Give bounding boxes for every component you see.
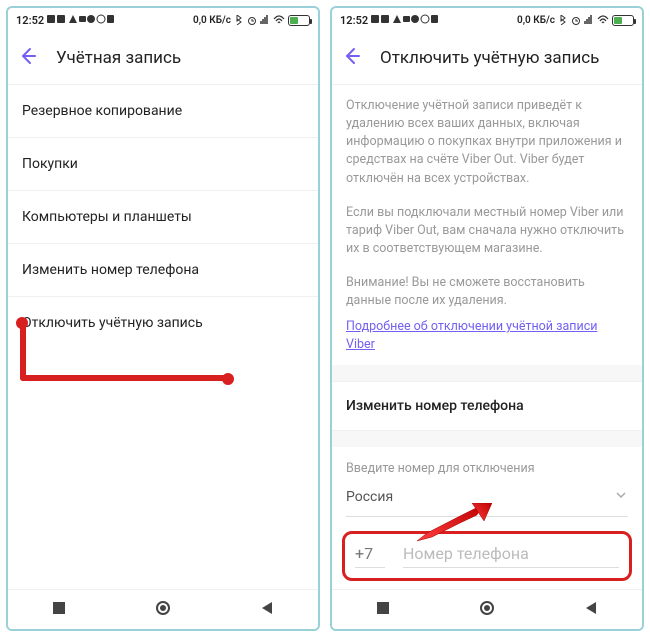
back-icon[interactable]	[18, 46, 38, 70]
list-item-change-number[interactable]: Изменить номер телефона	[8, 244, 318, 297]
list-item-purchases[interactable]: Покупки	[8, 138, 318, 191]
page-title: Учётная запись	[56, 48, 181, 68]
country-select[interactable]: Россия	[346, 482, 628, 517]
list-item-deactivate[interactable]: Отключить учётную запись	[8, 297, 318, 349]
signal-icon	[260, 15, 270, 25]
signal-icon	[584, 15, 594, 25]
list-item-devices[interactable]: Компьютеры и планшеты	[8, 191, 318, 244]
list-item-backup[interactable]: Резервное копирование	[8, 85, 318, 138]
nav-back-icon[interactable]	[584, 600, 598, 619]
divider	[332, 365, 642, 381]
app-header: Отключить учётную запись	[332, 32, 642, 85]
phone-screen-right: 12:52 0,0 КБ/с Отключить учётную запись …	[330, 6, 644, 631]
info-paragraph-3: Внимание! Вы не сможете восстановить дан…	[332, 262, 642, 314]
status-bar: 12:52 0,0 КБ/с	[332, 8, 642, 32]
nav-home-icon[interactable]	[479, 600, 495, 620]
status-icons-left	[47, 14, 117, 27]
status-icons-left	[371, 14, 441, 27]
phone-number-input[interactable]: Номер телефона	[403, 544, 619, 568]
phone-prefix[interactable]: +7	[355, 544, 385, 568]
country-value: Россия	[346, 489, 393, 505]
status-bar: 12:52 0,0 КБ/с	[8, 8, 318, 32]
learn-more-link[interactable]: Подробнее об отключении учётной записи V…	[332, 314, 642, 365]
bluetooth-icon	[234, 15, 244, 25]
wifi-icon	[597, 15, 609, 25]
nav-recent-icon[interactable]	[376, 600, 390, 619]
nav-bar	[332, 589, 642, 629]
wifi-icon	[273, 15, 285, 25]
status-network: 0,0 КБ/с	[517, 15, 555, 26]
phone-input-highlight: +7 Номер телефона	[342, 531, 632, 581]
nav-bar	[8, 589, 318, 629]
field-label: Введите номер для отключения	[332, 447, 642, 482]
alarm-icon	[571, 15, 581, 25]
bluetooth-icon	[558, 15, 568, 25]
status-network: 0,0 КБ/с	[193, 15, 231, 26]
nav-recent-icon[interactable]	[52, 600, 66, 619]
phone-screen-left: 12:52 0,0 КБ/с Учётная запись Резервное …	[6, 6, 320, 631]
battery-icon	[288, 15, 310, 26]
section-change-number[interactable]: Изменить номер телефона	[332, 381, 642, 431]
battery-icon	[612, 15, 634, 26]
nav-home-icon[interactable]	[155, 600, 171, 620]
page-title: Отключить учётную запись	[380, 48, 599, 68]
divider	[332, 431, 642, 447]
status-time: 12:52	[16, 14, 44, 27]
content-area: Резервное копирование Покупки Компьютеры…	[8, 85, 318, 589]
app-header: Учётная запись	[8, 32, 318, 85]
chevron-down-icon	[614, 488, 628, 506]
info-paragraph-2: Если вы подключали местный номер Viber и…	[332, 192, 642, 262]
alarm-icon	[247, 15, 257, 25]
info-paragraph-1: Отключение учётной записи приведёт к уда…	[332, 85, 642, 192]
content-area: Отключение учётной записи приведёт к уда…	[332, 85, 642, 589]
status-time: 12:52	[340, 14, 368, 27]
nav-back-icon[interactable]	[260, 600, 274, 619]
back-icon[interactable]	[342, 46, 362, 70]
